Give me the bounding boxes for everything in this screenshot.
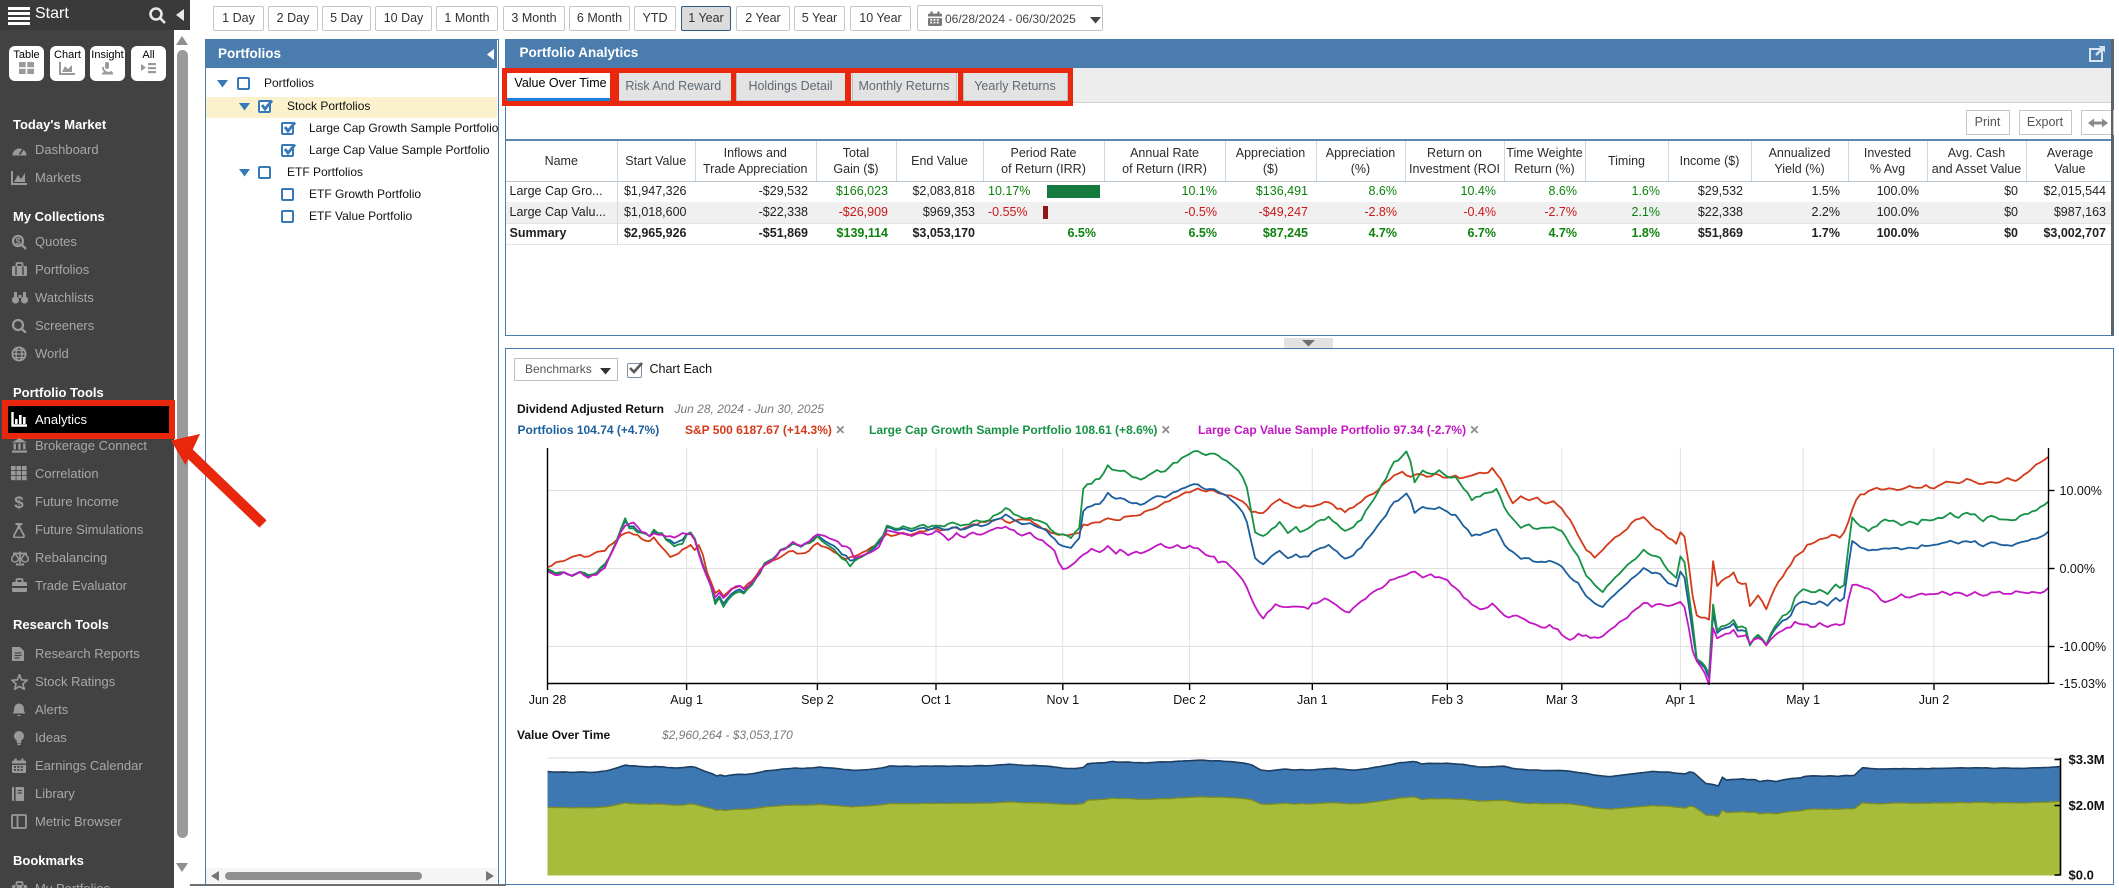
svg-text:Dec 2: Dec 2	[1173, 693, 1206, 707]
svg-text:0.00%: 0.00%	[2059, 562, 2094, 576]
svg-text:$2.0M: $2.0M	[2068, 798, 2104, 813]
svg-text:Jun 28: Jun 28	[528, 693, 566, 707]
svg-text:Jun 2: Jun 2	[1918, 693, 1949, 707]
svg-text:Aug 1: Aug 1	[670, 693, 703, 707]
svg-text:Feb 3: Feb 3	[1431, 693, 1463, 707]
svg-text:Oct 1: Oct 1	[921, 693, 951, 707]
svg-text:Sep 2: Sep 2	[801, 693, 834, 707]
svg-text:$: $	[14, 494, 24, 510]
svg-text:Jan 1: Jan 1	[1297, 693, 1328, 707]
svg-text:$3.3M: $3.3M	[2068, 752, 2104, 767]
svg-text:10.00%: 10.00%	[2059, 484, 2101, 498]
svg-text:Nov 1: Nov 1	[1046, 693, 1079, 707]
svg-text:$0.0: $0.0	[2068, 868, 2093, 883]
svg-text:Apr 1: Apr 1	[1665, 693, 1695, 707]
svg-text:-10.00%: -10.00%	[2059, 640, 2106, 654]
svg-text:$: $	[15, 237, 20, 247]
svg-text:-15.03%: -15.03%	[2059, 677, 2106, 691]
svg-text:Mar 3: Mar 3	[1545, 693, 1577, 707]
svg-text:May 1: May 1	[1786, 693, 1820, 707]
